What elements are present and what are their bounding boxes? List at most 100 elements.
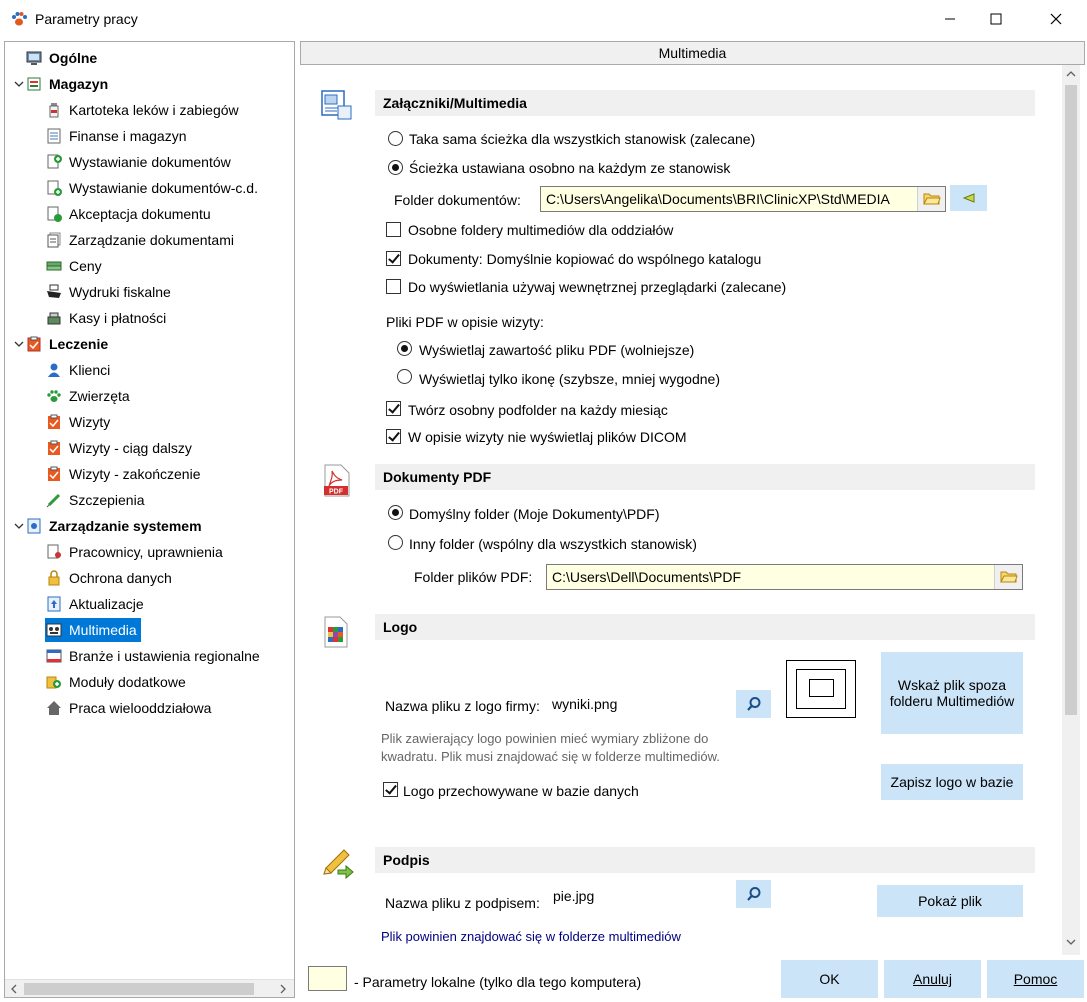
magnifier-icon: [746, 887, 760, 901]
scroll-left-icon[interactable]: [9, 984, 19, 994]
radio-pdf-content[interactable]: [397, 341, 412, 356]
tree-item-label: Finanse i magazyn: [69, 128, 187, 144]
tree-item-klienci[interactable]: Klienci: [45, 358, 110, 382]
tree-item-label: Ogólne: [49, 50, 98, 66]
close-button[interactable]: [1033, 0, 1079, 38]
chk-internal-browser[interactable]: [386, 279, 401, 294]
ok-button[interactable]: OK: [781, 960, 878, 998]
printer-icon: [45, 283, 63, 301]
chk-monthly-subfolder-label: Twórz osobny podfolder na każdy miesiąc: [408, 402, 668, 418]
maximize-button[interactable]: [973, 0, 1019, 38]
tree-item-magazyn[interactable]: Magazyn: [25, 72, 108, 96]
folder-docs-value: C:\Users\Angelika\Documents\BRI\ClinicXP…: [546, 191, 890, 207]
tree-item-label: Leczenie: [49, 336, 109, 352]
scroll-right-icon[interactable]: [278, 984, 288, 994]
arrow-left-icon: [962, 193, 974, 203]
folder-docs-field[interactable]: C:\Users\Angelika\Documents\BRI\ClinicXP…: [540, 186, 946, 212]
tree-item-ogolne[interactable]: Ogólne: [25, 46, 97, 70]
tree-item-branze[interactable]: Branże i ustawienia regionalne: [45, 644, 260, 668]
save-logo-db-button[interactable]: Zapisz logo w bazie: [881, 764, 1023, 800]
tree-item-aktualizacje[interactable]: Aktualizacje: [45, 592, 144, 616]
folder-open-icon: [922, 193, 941, 205]
tree-item-leczenie[interactable]: Leczenie: [25, 332, 108, 356]
tree-item-zarzadzanie-systemem[interactable]: Zarządzanie systemem: [25, 514, 202, 538]
scrollbar-thumb[interactable]: [24, 983, 254, 995]
tree-item-label: Wizyty - ciąg dalszy: [69, 440, 192, 456]
magnifier-icon: [746, 697, 760, 711]
radio-same-path[interactable]: [388, 131, 403, 146]
settings-tree[interactable]: Ogólne Magazyn Kartoteka leków i zabiegó…: [4, 41, 295, 998]
scroll-up-icon[interactable]: [1066, 69, 1076, 79]
cash-register-icon: [45, 309, 63, 327]
logo-hint-line2: kwadratu. Plik musi znajdować się w fold…: [381, 749, 720, 764]
tree-item-label: Pracownicy, uprawnienia: [69, 544, 223, 560]
chk-monthly-subfolder[interactable]: [386, 401, 401, 416]
reset-path-button[interactable]: [950, 185, 987, 211]
radio-pdf-icon[interactable]: [397, 369, 412, 384]
help-button[interactable]: Pomoc: [987, 960, 1084, 998]
monitor-icon: [25, 49, 43, 67]
browse-folder-button[interactable]: [917, 187, 945, 211]
show-file-label: Pokaż plik: [918, 893, 982, 909]
minimize-button[interactable]: [927, 0, 973, 38]
chevron-down-icon[interactable]: [13, 338, 25, 350]
chk-internal-browser-label: Do wyświetlania używaj wewnętrznej przeg…: [408, 279, 787, 295]
tree-item-label: Akceptacja dokumentu: [69, 206, 211, 222]
tree-item-wizyty-zak[interactable]: Wizyty - zakończenie: [45, 462, 200, 486]
folder-pdf-field[interactable]: C:\Users\Dell\Documents\PDF: [546, 564, 1023, 590]
radio-pdf-default-folder[interactable]: [388, 505, 403, 520]
scrollbar-thumb[interactable]: [1065, 85, 1077, 715]
tree-item-label: Wizyty - zakończenie: [69, 466, 201, 482]
chevron-down-icon[interactable]: [13, 520, 25, 532]
update-icon: [45, 595, 63, 613]
signature-search-button[interactable]: [736, 880, 771, 908]
tree-item-akceptacja[interactable]: Akceptacja dokumentu: [45, 202, 211, 226]
content-vertical-scrollbar[interactable]: [1062, 65, 1080, 955]
tree-item-multimedia[interactable]: Multimedia: [45, 618, 141, 642]
chk-logo-in-db[interactable]: [383, 782, 398, 797]
folder-docs-label: Folder dokumentów:: [394, 192, 521, 208]
scroll-down-icon[interactable]: [1066, 937, 1076, 947]
show-file-button[interactable]: Pokaż plik: [877, 885, 1023, 917]
tree-item-ochrona[interactable]: Ochrona danych: [45, 566, 172, 590]
tree-item-wizyty[interactable]: Wizyty: [45, 410, 110, 434]
lock-icon: [45, 569, 63, 587]
help-label: Pomoc: [1013, 971, 1058, 987]
tree-item-ceny[interactable]: Ceny: [45, 254, 102, 278]
chk-no-dicom-label: W opisie wizyty nie wyświetlaj plików DI…: [408, 429, 687, 445]
radio-pdf-other-folder[interactable]: [388, 535, 403, 550]
cancel-button[interactable]: Anuluj: [884, 960, 981, 998]
logo-file-value: wyniki.png: [552, 696, 618, 712]
clipboard-icon: [45, 465, 63, 483]
tree-item-kasy[interactable]: Kasy i płatności: [45, 306, 166, 330]
tree-item-wizyty-cd[interactable]: Wizyty - ciąg dalszy: [45, 436, 192, 460]
choose-logo-button[interactable]: Wskaż plik spoza folderu Multimediów: [881, 652, 1023, 734]
tree-item-szczepienia[interactable]: Szczepienia: [45, 488, 145, 512]
browse-pdf-folder-button[interactable]: [994, 565, 1022, 589]
logo-search-button[interactable]: [736, 690, 771, 718]
chk-copy-docs[interactable]: [386, 251, 401, 266]
tree-item-kartoteka[interactable]: Kartoteka leków i zabiegów: [45, 98, 239, 122]
tree-item-label: Wystawianie dokumentów: [69, 154, 231, 170]
tree-item-pracownicy[interactable]: Pracownicy, uprawnienia: [45, 540, 223, 564]
clipboard-icon: [25, 335, 43, 353]
tree-horizontal-scrollbar[interactable]: [5, 979, 294, 997]
clipboard-icon: [45, 439, 63, 457]
tree-item-finanse[interactable]: Finanse i magazyn: [45, 124, 187, 148]
window-title: Parametry pracy: [35, 11, 138, 27]
chk-separate-folders[interactable]: [386, 222, 401, 237]
tree-item-praca-wielo[interactable]: Praca wielooddziałowa: [45, 696, 211, 720]
tree-item-label: Praca wielooddziałowa: [69, 700, 212, 716]
chevron-down-icon[interactable]: [13, 78, 25, 90]
tree-item-moduly[interactable]: Moduły dodatkowe: [45, 670, 186, 694]
radio-same-path-label: Taka sama ścieżka dla wszystkich stanowi…: [409, 131, 756, 147]
tree-item-wydruki[interactable]: Wydruki fiskalne: [45, 280, 171, 304]
tree-item-wystawianie-cd[interactable]: Wystawianie dokumentów-c.d.: [45, 176, 258, 200]
tree-item-zwierzeta[interactable]: Zwierzęta: [45, 384, 130, 408]
radio-separate-path[interactable]: [388, 160, 403, 175]
tree-item-wystawianie[interactable]: Wystawianie dokumentów: [45, 150, 231, 174]
chk-no-dicom[interactable]: [386, 429, 401, 444]
tree-item-zarzadzanie-dok[interactable]: Zarządzanie dokumentami: [45, 228, 234, 252]
section-logo-title: Logo: [375, 614, 1035, 640]
paw-app-icon: [10, 10, 28, 28]
